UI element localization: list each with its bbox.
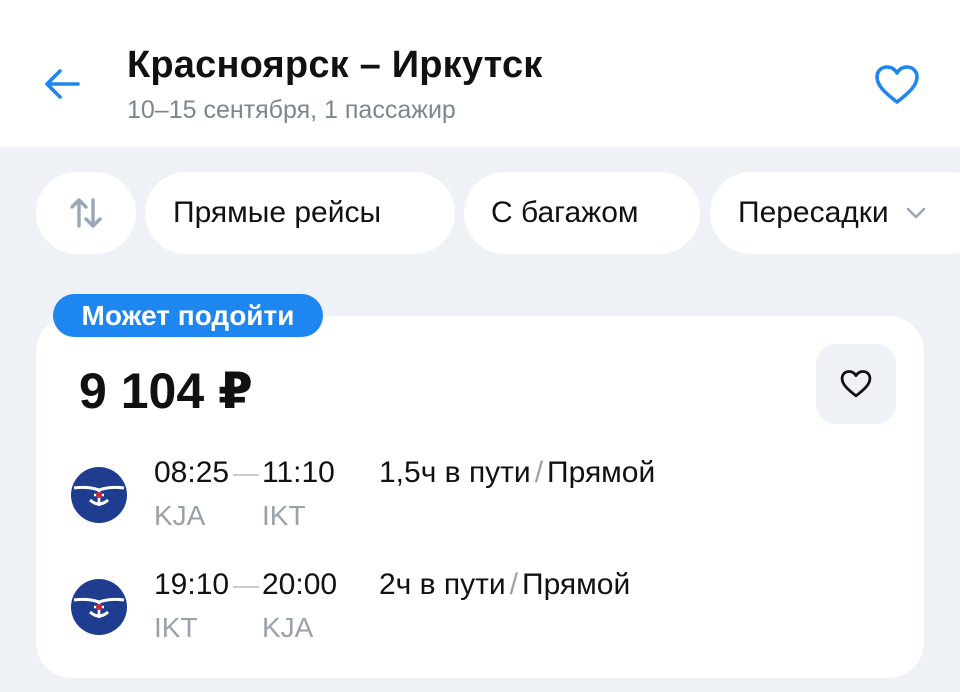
flight-duration: 2ч в пути [379,568,506,601]
info-separator: / [509,568,519,601]
chip-label: С багажом [491,196,639,229]
heart-icon [840,370,872,398]
app-header: Красноярск – Иркутск 10–15 сентября, 1 п… [0,0,960,147]
arrival-time: 20:00 [262,568,338,601]
time-divider [233,474,259,476]
price: 9 104 ₽ [79,363,253,419]
departure-time: 19:10 [154,568,230,601]
recommendation-badge: Может подойти [53,294,323,337]
chip-label: Пересадки [738,196,889,229]
departure-airport-code: IKT [154,612,198,643]
chevron-down-icon [905,206,927,220]
airline-logo-icon [71,579,127,635]
departure-time: 08:25 [154,456,230,489]
chip-label: Прямые рейсы [173,196,382,229]
arrival-airport-code: IKT [262,500,306,531]
filter-direct-flights[interactable]: Прямые рейсы [145,172,455,254]
flight-info: 2ч в пути / Прямой [379,568,630,602]
route-subtitle: 10–15 сентября, 1 пассажир [127,96,456,124]
flight-type: Прямой [522,568,631,601]
time-divider [233,586,259,588]
arrow-left-icon [45,69,80,99]
favorite-ticket-button[interactable] [816,344,896,424]
flight-duration: 1,5ч в пути [379,456,531,489]
flight-segment: 08:25 11:10 KJA IKT 1,5ч в пути / Прямой [70,456,770,546]
info-separator: / [534,456,544,489]
filter-transfers-dropdown[interactable]: Пересадки [710,172,960,254]
arrival-airport-code: KJA [262,612,314,643]
departure-airport-code: KJA [154,500,206,531]
heart-icon [875,65,919,104]
flight-segment: 19:10 20:00 IKT KJA 2ч в пути / Прямой [70,568,770,658]
filter-with-baggage[interactable]: С багажом [464,172,700,254]
flight-type: Прямой [547,456,656,489]
route-title: Красноярск – Иркутск [127,44,543,86]
airline-logo-icon [71,467,127,523]
arrival-time: 11:10 [262,456,335,489]
back-button[interactable] [38,60,86,108]
filter-chips: Прямые рейсы С багажом Пересадки [0,172,960,256]
flight-info: 1,5ч в пути / Прямой [379,456,655,490]
sort-button[interactable] [36,172,136,254]
favorite-route-button[interactable] [868,58,926,112]
sort-arrows-icon [70,198,102,228]
